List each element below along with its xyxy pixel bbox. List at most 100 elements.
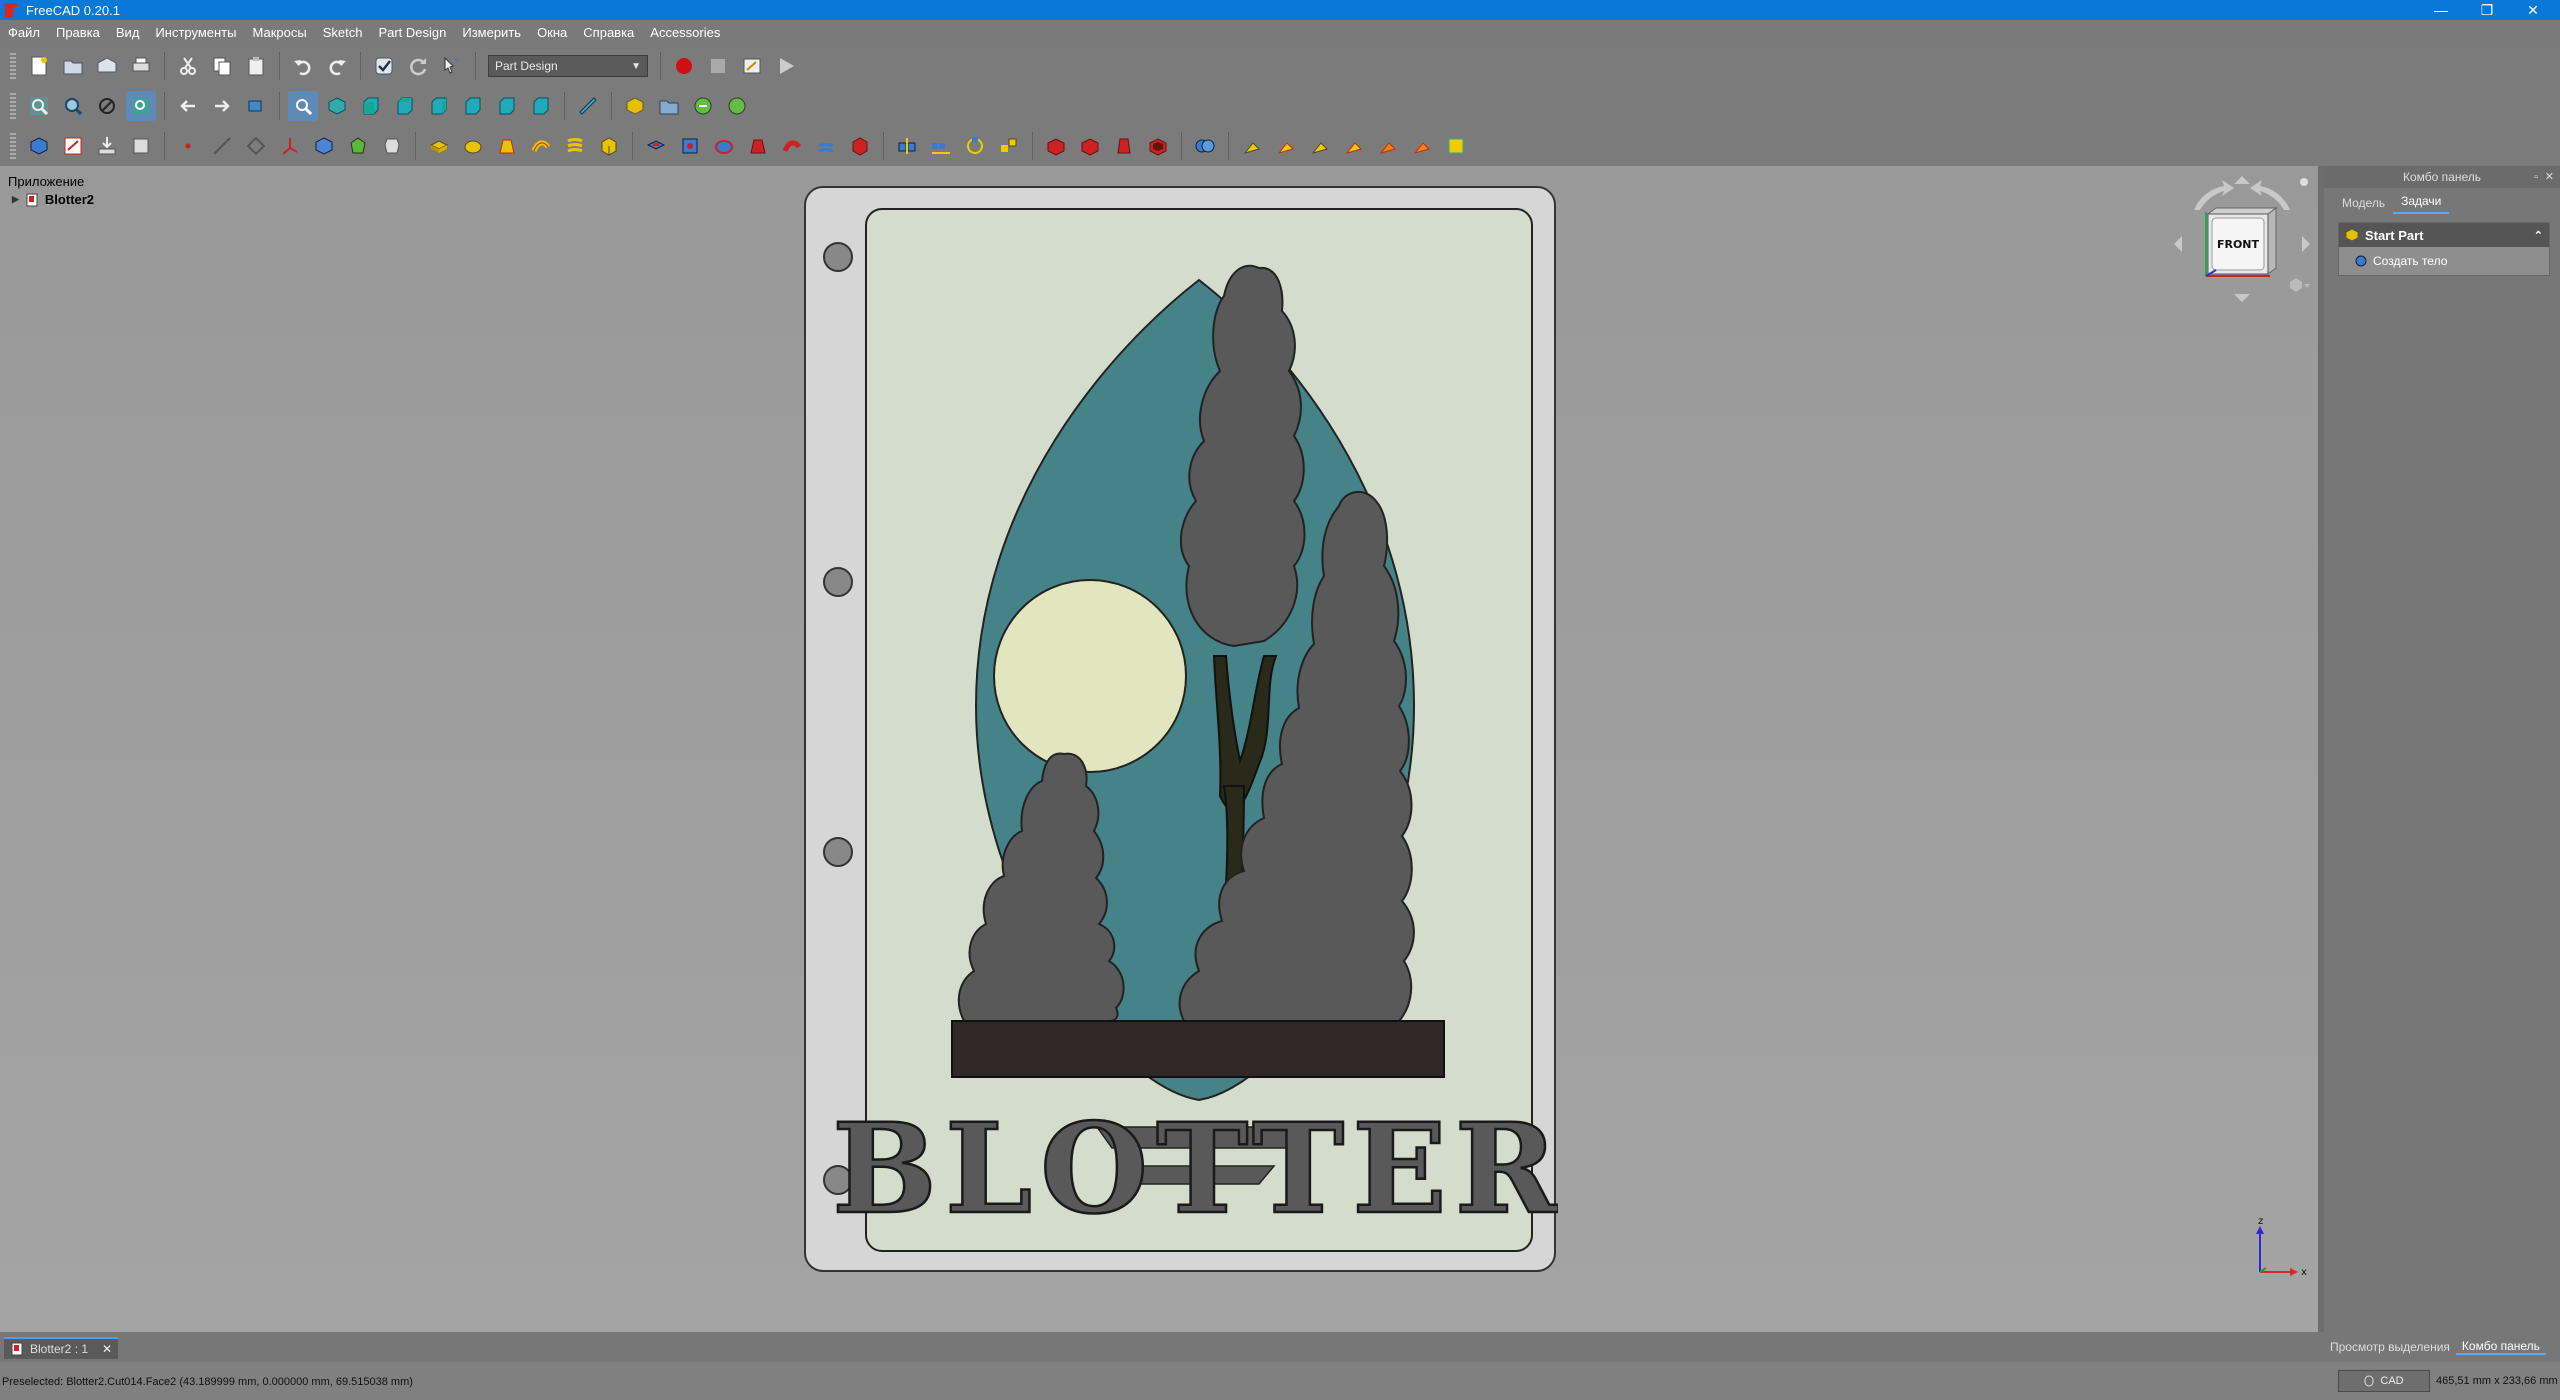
tree-item-blotter2[interactable]: ▶ Blotter2 xyxy=(12,192,94,207)
macro-tool-4-button[interactable] xyxy=(1339,131,1369,161)
create-body-button[interactable] xyxy=(24,131,54,161)
undo-button[interactable] xyxy=(288,51,318,81)
view-menu-icon[interactable] xyxy=(2300,178,2308,186)
menu-part-design[interactable]: Part Design xyxy=(370,20,454,46)
whats-this-button[interactable]: ? xyxy=(437,51,467,81)
revolution-button[interactable] xyxy=(458,131,488,161)
macro-stop-button[interactable] xyxy=(703,51,733,81)
macro-tool-7-button[interactable] xyxy=(1441,131,1471,161)
datum-line-button[interactable] xyxy=(207,131,237,161)
create-subshape-binder-button[interactable] xyxy=(343,131,373,161)
new-document-button[interactable] xyxy=(24,51,54,81)
datum-point-button[interactable] xyxy=(173,131,203,161)
menu-measure[interactable]: Измерить xyxy=(454,20,529,46)
create-body-task[interactable]: Создать тело xyxy=(2339,247,2549,275)
validate-sketch-button[interactable] xyxy=(92,131,122,161)
measure-distance-button[interactable] xyxy=(573,91,603,121)
back-button[interactable] xyxy=(173,91,203,121)
macro-record-button[interactable] xyxy=(669,51,699,81)
toolbar-grip[interactable] xyxy=(10,133,16,159)
chevron-down-icon[interactable] xyxy=(2304,284,2310,288)
tab-selection-view[interactable]: Просмотр выделения xyxy=(2324,1340,2456,1354)
view-orthographic-button[interactable] xyxy=(322,91,352,121)
arrow-right-icon[interactable] xyxy=(2302,236,2310,252)
bounding-box-button[interactable] xyxy=(126,91,156,121)
chamfer-button[interactable] xyxy=(1075,131,1105,161)
close-icon[interactable]: ✕ xyxy=(102,1342,112,1356)
macro-execute-button[interactable] xyxy=(771,51,801,81)
fit-selection-button[interactable] xyxy=(58,91,88,121)
cube-small-icon[interactable] xyxy=(2290,278,2302,292)
arrow-up-icon[interactable] xyxy=(2234,176,2250,184)
menu-edit[interactable]: Правка xyxy=(48,20,108,46)
local-coordinate-system-button[interactable] xyxy=(275,131,305,161)
toolbar-grip[interactable] xyxy=(10,93,16,119)
macro-tool-3-button[interactable] xyxy=(1305,131,1335,161)
draft-button[interactable] xyxy=(1109,131,1139,161)
make-link-button[interactable] xyxy=(688,91,718,121)
open-document-button[interactable] xyxy=(58,51,88,81)
arrow-down-icon[interactable] xyxy=(2234,294,2250,302)
rotate-left-icon[interactable] xyxy=(2194,180,2234,210)
rotate-right-icon[interactable] xyxy=(2250,180,2290,210)
view-bottom-button[interactable] xyxy=(492,91,522,121)
multitransform-button[interactable] xyxy=(994,131,1024,161)
view-front-button[interactable] xyxy=(356,91,386,121)
float-panel-icon[interactable]: ▫ xyxy=(2534,166,2538,188)
boolean-button[interactable] xyxy=(1190,131,1220,161)
subtractive-loft-button[interactable] xyxy=(743,131,773,161)
tab-combo-panel[interactable]: Комбо панель xyxy=(2455,1339,2546,1355)
view-right-button[interactable] xyxy=(424,91,454,121)
pad-button[interactable] xyxy=(424,131,454,161)
macro-edit-button[interactable] xyxy=(737,51,767,81)
additive-loft-button[interactable] xyxy=(492,131,522,161)
redo-button[interactable] xyxy=(322,51,352,81)
mirrored-button[interactable] xyxy=(892,131,922,161)
menu-sketch[interactable]: Sketch xyxy=(315,20,371,46)
create-shape-binder-button[interactable] xyxy=(309,131,339,161)
fillet-button[interactable] xyxy=(1041,131,1071,161)
navigation-link-button[interactable] xyxy=(241,91,271,121)
minimize-button[interactable]: — xyxy=(2418,0,2464,20)
additive-helix-button[interactable] xyxy=(560,131,590,161)
print-button[interactable] xyxy=(126,51,156,81)
document-tab[interactable]: Blotter2 : 1 ✕ xyxy=(4,1337,119,1359)
isometric-view-button[interactable] xyxy=(288,91,318,121)
subtractive-primitive-button[interactable] xyxy=(845,131,875,161)
chevron-up-icon[interactable]: ⌃ xyxy=(2534,229,2543,242)
view-top-button[interactable] xyxy=(390,91,420,121)
view-rear-button[interactable] xyxy=(458,91,488,121)
linear-pattern-button[interactable] xyxy=(926,131,956,161)
refresh-button[interactable] xyxy=(403,51,433,81)
macro-tool-2-button[interactable] xyxy=(1271,131,1301,161)
create-sketch-button[interactable] xyxy=(58,131,88,161)
menu-file[interactable]: Файл xyxy=(0,20,48,46)
paste-button[interactable] xyxy=(241,51,271,81)
draw-style-button[interactable] xyxy=(92,91,122,121)
additive-pipe-button[interactable] xyxy=(526,131,556,161)
pocket-button[interactable] xyxy=(641,131,671,161)
navigation-cube[interactable]: FRONT xyxy=(2172,174,2312,314)
tab-model[interactable]: Модель xyxy=(2334,192,2393,214)
cut-button[interactable] xyxy=(173,51,203,81)
fit-all-button[interactable] xyxy=(24,91,54,121)
create-part-button[interactable] xyxy=(620,91,650,121)
task-box-header[interactable]: Start Part ⌃ xyxy=(2339,223,2549,247)
close-panel-icon[interactable]: ✕ xyxy=(2545,166,2554,188)
save-button[interactable] xyxy=(92,51,122,81)
blotter-model[interactable]: BLOTTER xyxy=(804,186,1558,1276)
chevron-right-icon[interactable]: ▶ xyxy=(12,194,19,205)
create-group-button[interactable] xyxy=(654,91,684,121)
subtractive-pipe-button[interactable] xyxy=(777,131,807,161)
forward-button[interactable] xyxy=(207,91,237,121)
thickness-button[interactable] xyxy=(1143,131,1173,161)
hole-button[interactable] xyxy=(675,131,705,161)
tab-tasks[interactable]: Задачи xyxy=(2393,190,2450,214)
create-clone-button[interactable] xyxy=(377,131,407,161)
menu-help[interactable]: Справка xyxy=(575,20,642,46)
macro-tool-6-button[interactable] xyxy=(1407,131,1437,161)
additive-primitive-button[interactable] xyxy=(594,131,624,161)
close-window-button[interactable]: ✕ xyxy=(2510,0,2556,20)
toolbar-grip[interactable] xyxy=(10,53,16,79)
datum-plane-button[interactable] xyxy=(241,131,271,161)
